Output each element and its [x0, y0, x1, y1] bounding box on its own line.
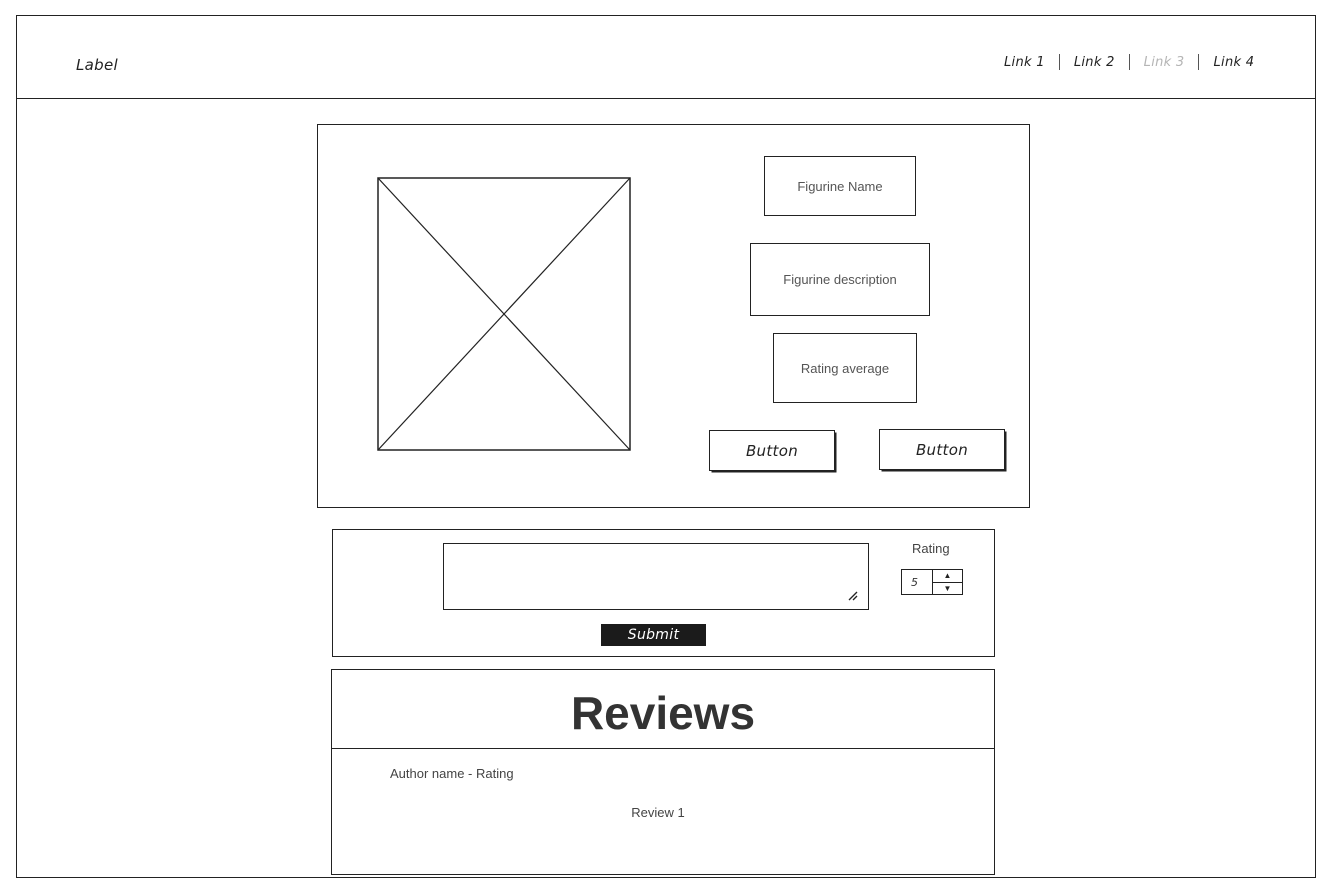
resize-handle-icon[interactable]	[846, 589, 858, 601]
submit-button[interactable]: Submit	[601, 624, 706, 646]
product-button-1[interactable]: Button	[709, 430, 835, 471]
image-placeholder-icon	[377, 177, 631, 451]
reviews-title: Reviews	[570, 687, 756, 739]
review-text: Review 1	[631, 805, 685, 820]
header-divider	[16, 98, 1316, 99]
nav-link-3[interactable]: Link 3	[1130, 55, 1199, 70]
rating-stepper[interactable]: 5 ▲ ▼	[901, 569, 963, 595]
nav-links: Link 1 Link 2 Link 3 Link 4	[990, 54, 1268, 70]
nav-link-2[interactable]: Link 2	[1060, 55, 1129, 70]
figurine-name: Figurine Name	[764, 156, 916, 216]
review-author-rating: Author name - Rating	[390, 766, 514, 781]
nav-link-1[interactable]: Link 1	[990, 55, 1059, 70]
header-label: Label	[76, 56, 118, 74]
nav-link-4[interactable]: Link 4	[1199, 55, 1268, 70]
chevron-down-icon[interactable]: ▼	[933, 583, 962, 595]
chevron-up-icon[interactable]: ▲	[933, 570, 962, 583]
figurine-description: Figurine description	[750, 243, 930, 316]
review-textarea[interactable]	[443, 543, 869, 610]
rating-stepper-value[interactable]: 5	[902, 570, 933, 594]
rating-average: Rating average	[773, 333, 917, 403]
reviews-divider	[331, 748, 995, 749]
stepper-arrows: ▲ ▼	[933, 570, 962, 594]
product-button-2[interactable]: Button	[879, 429, 1005, 470]
rating-label: Rating	[912, 541, 950, 556]
